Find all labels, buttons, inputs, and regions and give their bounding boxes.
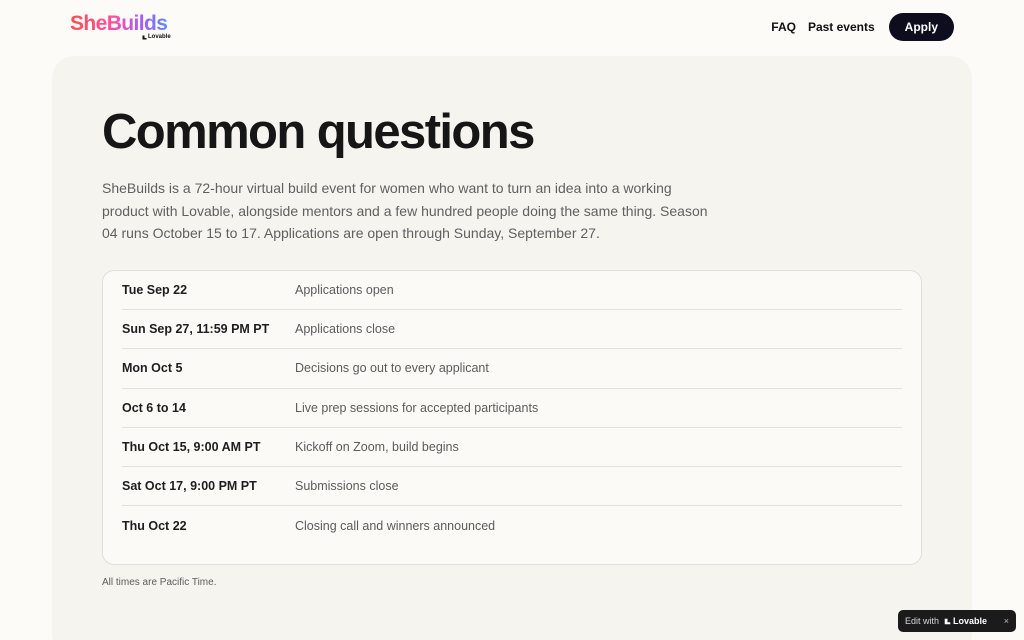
schedule-event: Live prep sessions for accepted particip… <box>295 400 539 415</box>
intro-paragraph: SheBuilds is a 72-hour virtual build eve… <box>102 180 708 241</box>
logo-byline-text: Lovable <box>148 34 171 40</box>
badge-label: Edit with <box>905 616 940 626</box>
schedule-row: Mon Oct 5 Decisions go out to every appl… <box>122 349 902 389</box>
nav-past-events-link[interactable]: Past events <box>808 20 875 34</box>
schedule-event: Decisions go out to every applicant <box>295 361 489 376</box>
logo-wordmark: SheBuilds <box>70 12 168 35</box>
edit-with-lovable-badge[interactable]: Edit with Lovable × <box>898 610 1016 632</box>
schedule-row: Oct 6 to 14 Live prep sessions for accep… <box>122 389 902 428</box>
badge-brand-text: Lovable <box>953 616 988 626</box>
schedule-date: Tue Sep 22 <box>122 283 188 298</box>
schedule-row: Tue Sep 22 Applications open <box>122 271 902 311</box>
lovable-heart-icon <box>142 35 147 39</box>
schedule-event: Applications close <box>295 322 396 337</box>
schedule-row: Thu Oct 22 Closing call and winners anno… <box>122 506 902 545</box>
schedule-date: Sat Oct 17, 9:00 PM PT <box>122 479 257 494</box>
lovable-heart-icon <box>944 618 951 624</box>
schedule-date: Thu Oct 22 <box>122 518 187 533</box>
schedule-event: Submissions close <box>295 479 399 494</box>
schedule-row: Thu Oct 15, 9:00 AM PT Kickoff on Zoom, … <box>122 428 902 467</box>
schedule-table: Tue Sep 22 Applications open Sun Sep 27,… <box>102 270 922 565</box>
schedule-date: Mon Oct 5 <box>122 361 183 376</box>
timezone-note: All times are Pacific Time. <box>102 577 217 588</box>
apply-button[interactable]: Apply <box>888 13 954 41</box>
schedule-date: Sun Sep 27, 11:59 PM PT <box>122 322 270 337</box>
page-title: Common questions <box>102 105 535 159</box>
schedule-event: Kickoff on Zoom, build begins <box>295 439 459 454</box>
schedule-date: Thu Oct 15, 9:00 AM PT <box>122 439 261 454</box>
schedule-row: Sun Sep 27, 11:59 PM PT Applications clo… <box>122 310 902 350</box>
schedule-event: Applications open <box>295 283 394 298</box>
badge-brand: Lovable <box>944 616 987 626</box>
faq-section: Common questions SheBuilds is a 72-hour … <box>52 56 972 640</box>
site-header: SheBuilds Lovable FAQ Past events Apply <box>0 0 1024 56</box>
schedule-date: Oct 6 to 14 <box>122 400 186 415</box>
top-nav: FAQ Past events Apply <box>771 13 954 41</box>
nav-faq-link[interactable]: FAQ <box>771 20 796 34</box>
logo-byline: Lovable <box>142 34 171 40</box>
schedule-row: Sat Oct 17, 9:00 PM PT Submissions close <box>122 467 902 507</box>
shebuilds-logo[interactable]: SheBuilds Lovable <box>70 12 171 44</box>
schedule-event: Closing call and winners announced <box>295 518 496 533</box>
close-icon[interactable]: × <box>1004 616 1009 626</box>
